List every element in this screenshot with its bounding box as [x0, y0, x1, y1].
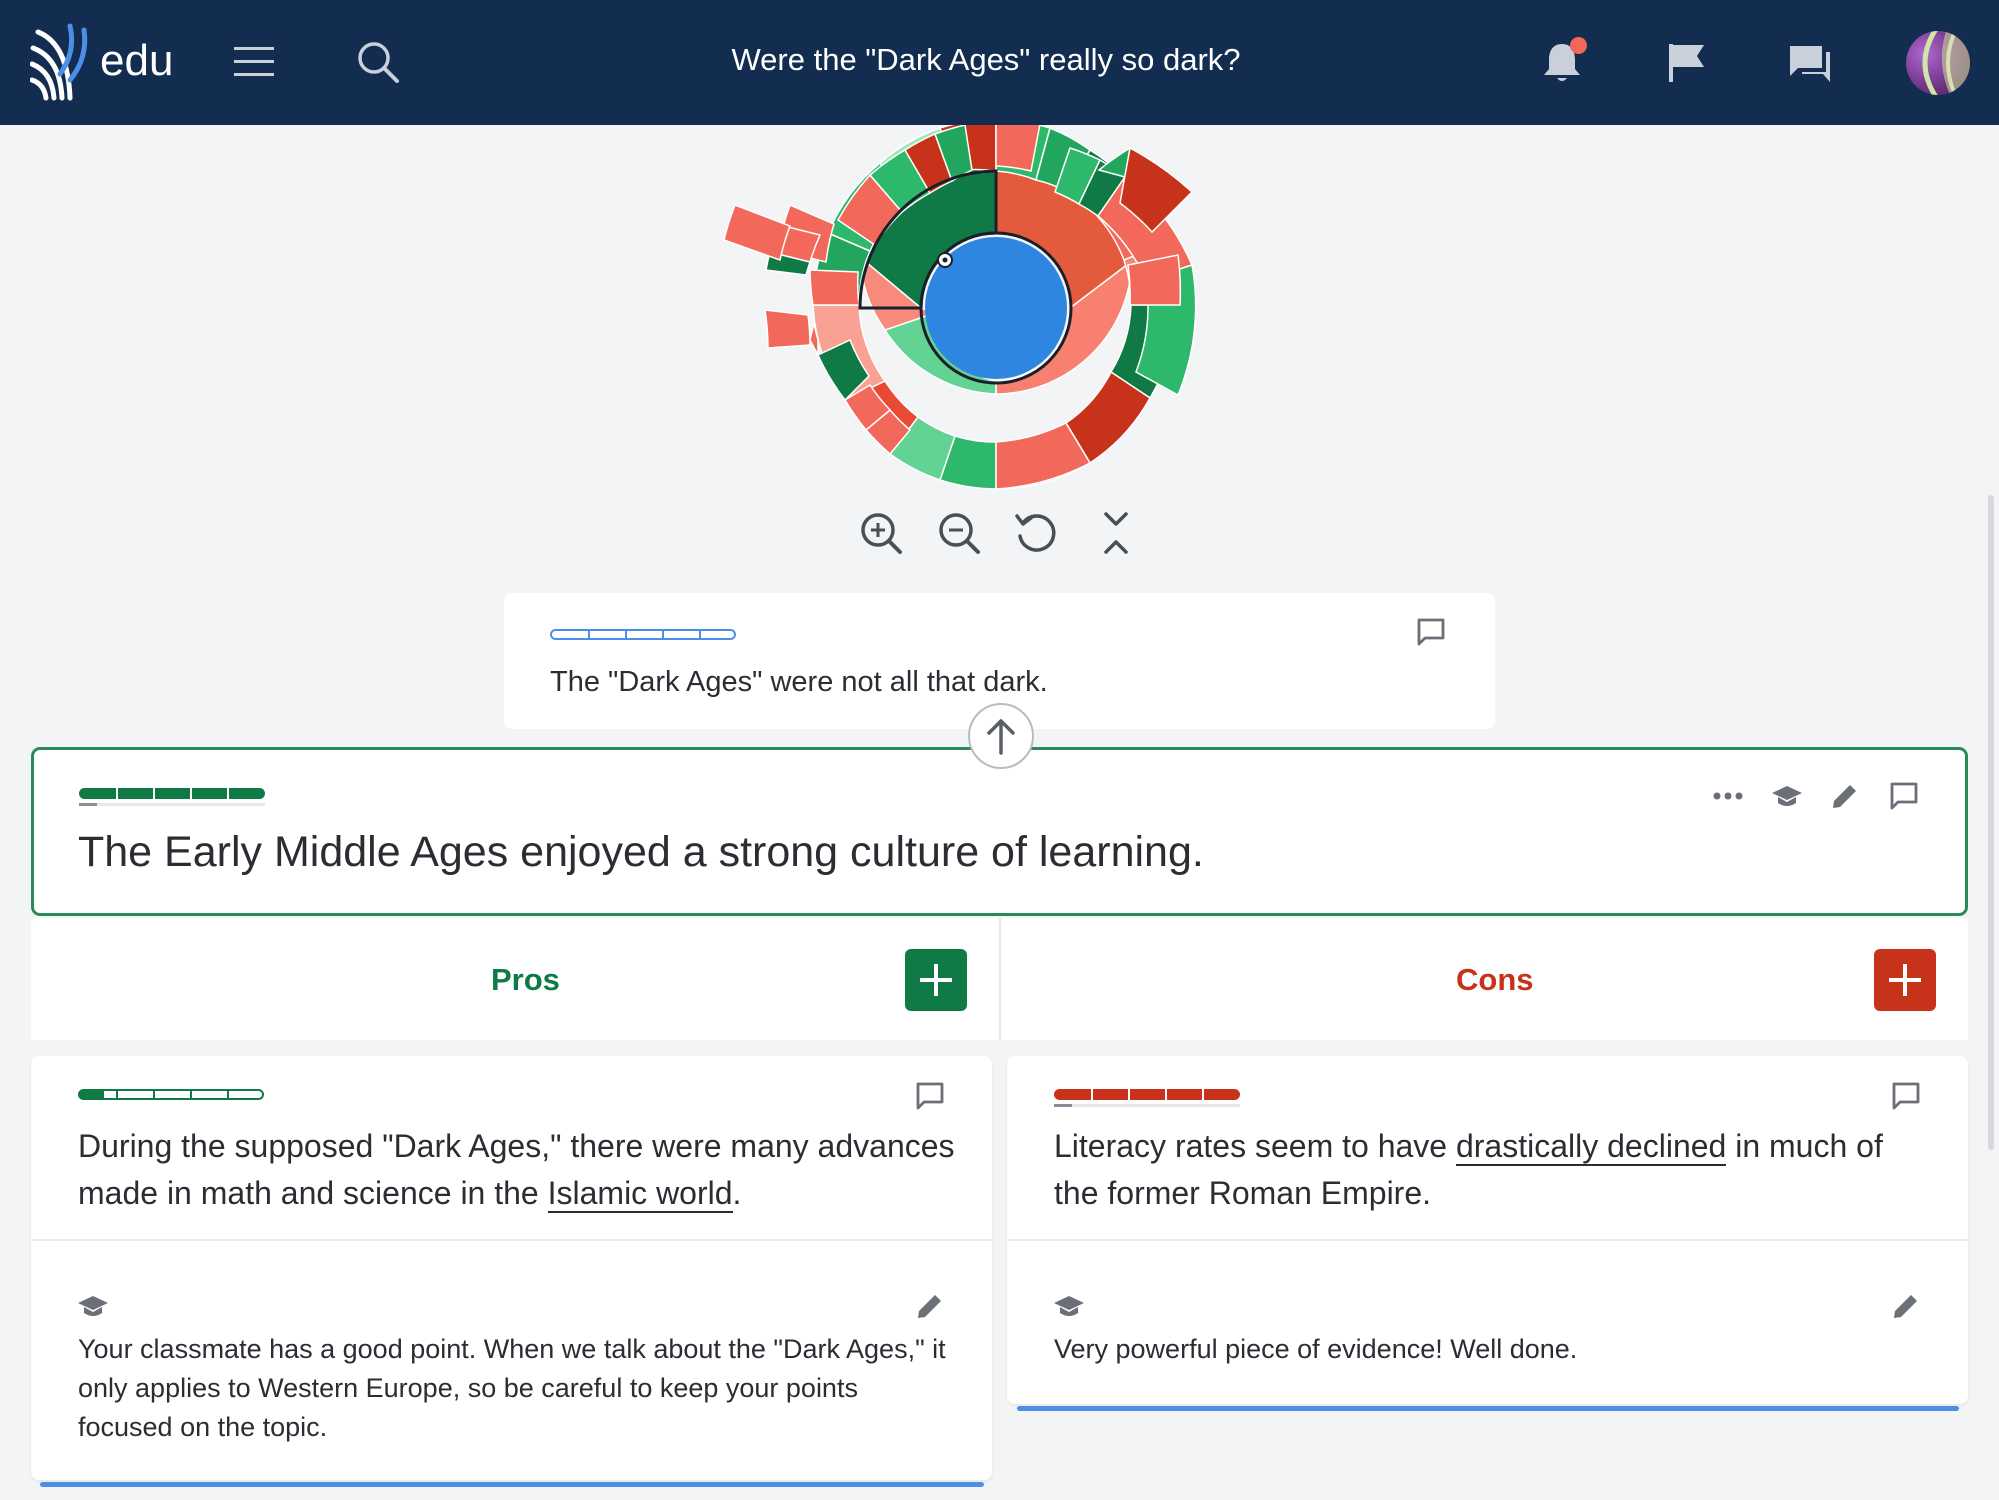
- flag-icon[interactable]: [1662, 38, 1710, 86]
- pros-column-header: Pros: [31, 918, 999, 1040]
- source-link[interactable]: drastically declined: [1455, 1128, 1727, 1166]
- score-bar: [79, 788, 265, 799]
- cons-title: Cons: [1456, 962, 1534, 997]
- zoom-out-icon[interactable]: [936, 510, 982, 556]
- graduation-cap-icon: [1054, 1296, 1084, 1316]
- parent-claim-text: The "Dark Ages" were not all that dark.: [550, 666, 1048, 698]
- pencil-icon[interactable]: [1829, 780, 1861, 812]
- search-icon[interactable]: [354, 38, 402, 86]
- chat-icon[interactable]: [1786, 38, 1834, 86]
- graduation-cap-icon[interactable]: [1771, 780, 1803, 812]
- comment-icon[interactable]: [1890, 1080, 1922, 1112]
- arrow-up-icon: [987, 719, 1015, 755]
- argument-map-sunburst[interactable]: [714, 125, 1274, 500]
- focus-claim-card[interactable]: The Early Middle Ages enjoyed a strong c…: [31, 747, 1968, 916]
- card-stack-indicator: [40, 1482, 984, 1487]
- score-bar: [550, 629, 736, 640]
- pencil-icon[interactable]: [1890, 1290, 1922, 1322]
- page-title: Were the "Dark Ages" really so dark?: [731, 42, 1241, 77]
- add-pro-button[interactable]: [905, 949, 967, 1011]
- divider: [1007, 1239, 1968, 1241]
- cons-column-header: Cons: [1001, 918, 1968, 1040]
- teacher-feedback: Your classmate has a good point. When we…: [78, 1334, 946, 1442]
- go-to-parent-button[interactable]: [968, 703, 1034, 769]
- zoom-in-icon[interactable]: [858, 510, 904, 556]
- collapse-icon[interactable]: [1093, 510, 1139, 556]
- pro-argument-text: During the supposed "Dark Ages," there w…: [78, 1128, 955, 1213]
- logo-icon[interactable]: [30, 22, 92, 102]
- pros-title: Pros: [491, 962, 560, 997]
- logo-text[interactable]: edu: [100, 36, 173, 86]
- graduation-cap-icon: [78, 1296, 108, 1316]
- reset-icon[interactable]: [1013, 510, 1059, 556]
- top-bar: edu Were the "Dark Ages" really so dark?: [0, 0, 1999, 125]
- pencil-icon[interactable]: [914, 1290, 946, 1322]
- add-con-button[interactable]: [1874, 949, 1936, 1011]
- scrollbar[interactable]: [1988, 495, 1994, 1150]
- score-bar: [1054, 1089, 1240, 1100]
- comment-icon[interactable]: [1888, 780, 1920, 812]
- progress-track: [1054, 1104, 1240, 1107]
- focus-claim-text: The Early Middle Ages enjoyed a strong c…: [78, 828, 1204, 876]
- more-icon[interactable]: [1712, 780, 1744, 812]
- teacher-feedback: Very powerful piece of evidence! Well do…: [1054, 1334, 1578, 1364]
- divider: [31, 1239, 992, 1241]
- source-link[interactable]: Islamic world: [547, 1175, 733, 1213]
- progress-track: [79, 803, 265, 806]
- con-argument-text: Literacy rates seem to have drastically …: [1054, 1128, 1883, 1211]
- card-stack-indicator: [1017, 1406, 1959, 1411]
- menu-icon[interactable]: [230, 38, 278, 86]
- notification-badge: [1570, 37, 1587, 54]
- score-bar: [78, 1089, 264, 1100]
- comment-icon[interactable]: [914, 1080, 946, 1112]
- avatar[interactable]: [1906, 31, 1970, 95]
- comment-icon[interactable]: [1415, 616, 1447, 648]
- pro-argument-card[interactable]: During the supposed "Dark Ages," there w…: [31, 1056, 992, 1480]
- con-argument-card[interactable]: Literacy rates seem to have drastically …: [1007, 1056, 1968, 1404]
